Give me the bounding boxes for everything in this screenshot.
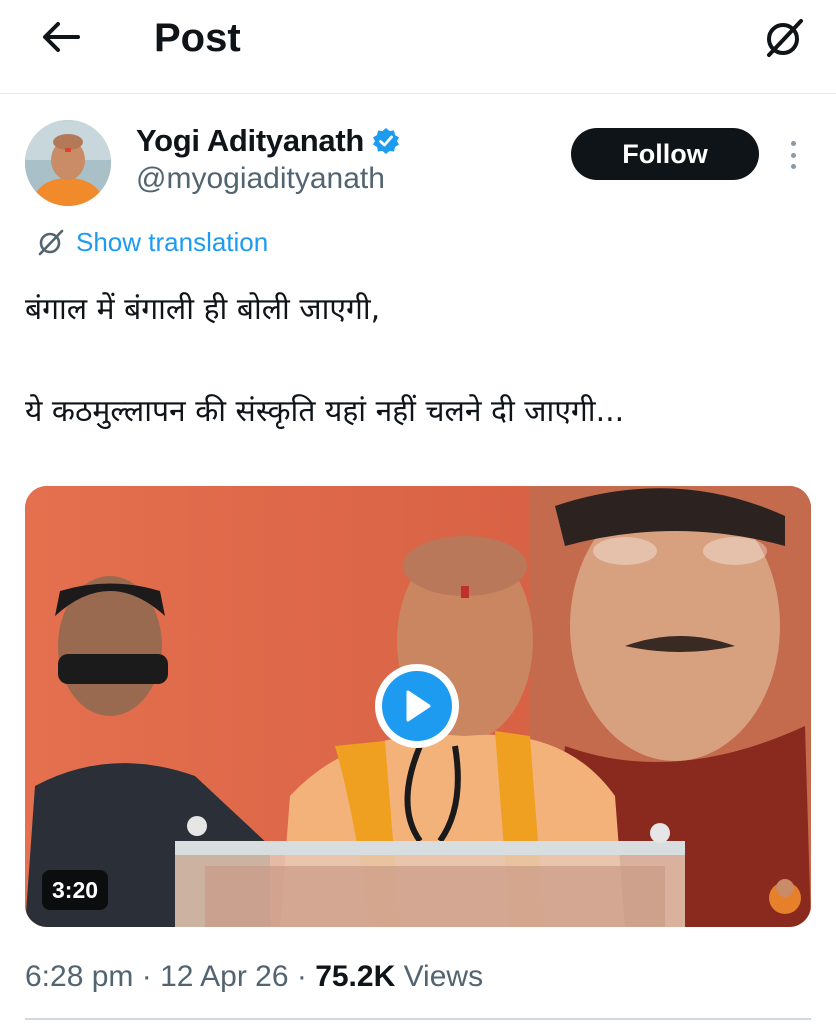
tweet-text: बंगाल में बंगाली ही बोली जाएगी, ये कठमुल… [25, 284, 815, 438]
video-duration-badge: 3:20 [42, 870, 109, 910]
page-title: Post [154, 16, 241, 60]
more-options-button[interactable] [779, 138, 807, 172]
follow-button[interactable]: Follow [571, 128, 759, 180]
back-button[interactable] [34, 14, 86, 60]
tweet-line: ये कठमुल्लापन की संस्कृति यहां नहीं चलने… [25, 394, 625, 429]
views-label[interactable]: Views [404, 960, 483, 993]
tweet-line: बंगाल में बंगाली ही बोली जाएगी, [25, 292, 381, 327]
divider [25, 1018, 811, 1028]
show-translation-label: Show translation [76, 226, 269, 257]
avatar-image [25, 120, 111, 206]
more-dot-icon [790, 141, 796, 146]
author-name-row[interactable]: Yogi Adityanath [136, 120, 400, 162]
top-bar: Post [0, 0, 836, 94]
more-dot-icon [790, 152, 796, 158]
author-name[interactable]: Yogi Adityanath [136, 123, 364, 159]
views-count[interactable]: 75.2K [315, 960, 395, 993]
avatar[interactable] [25, 120, 111, 206]
meta-separator: · [133, 960, 161, 993]
arrow-left-icon [43, 22, 80, 52]
grok-icon [38, 229, 64, 256]
post-meta: 6:28 pm · 12 Apr 26 · 75.2K Views [25, 956, 483, 998]
grok-icon [767, 19, 803, 57]
play-icon [406, 690, 431, 722]
post-time[interactable]: 6:28 pm [25, 960, 133, 993]
author-handle[interactable]: @myogiadityanath [136, 160, 385, 198]
post-date[interactable]: 12 Apr 26 [160, 960, 288, 993]
more-dot-icon [790, 164, 796, 169]
grok-button[interactable] [758, 12, 810, 64]
meta-separator: · [288, 960, 316, 993]
play-button[interactable] [375, 664, 459, 748]
verified-badge-icon [373, 128, 400, 154]
show-translation-link[interactable]: Show translation [36, 224, 268, 260]
